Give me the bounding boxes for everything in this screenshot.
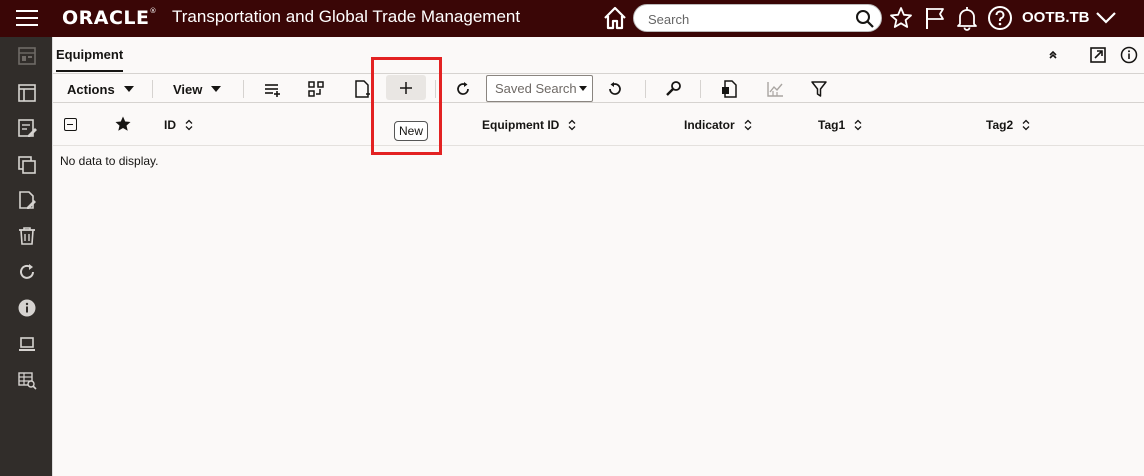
plus-icon (400, 81, 412, 94)
document-icon[interactable] (351, 78, 373, 100)
filter-icon[interactable] (808, 78, 830, 100)
divider (645, 80, 646, 98)
edit-document-icon[interactable] (16, 117, 38, 139)
column-header-indicator[interactable]: Indicator (684, 118, 753, 132)
copy-icon[interactable] (16, 154, 38, 176)
table-search-icon[interactable] (16, 369, 38, 391)
select-all-checkbox[interactable] (64, 118, 77, 131)
column-label: Equipment ID (482, 118, 560, 132)
saved-search-label: Saved Search (495, 81, 577, 96)
app-header: ORACLE® Transportation and Global Trade … (0, 0, 1144, 37)
left-navigation-rail (0, 37, 52, 476)
home-icon[interactable] (601, 5, 629, 31)
info-circle-icon[interactable] (1119, 45, 1139, 65)
empty-table-message: No data to display. (60, 154, 159, 168)
view-menu-button[interactable]: View (173, 78, 222, 100)
help-icon[interactable] (987, 5, 1013, 31)
new-button[interactable] (386, 75, 426, 100)
menu-icon[interactable] (16, 10, 38, 26)
search-icon[interactable] (855, 9, 875, 29)
refresh-icon[interactable] (452, 78, 474, 100)
search-input[interactable] (648, 10, 848, 28)
flag-icon[interactable] (922, 5, 948, 31)
column-header-equipment-id[interactable]: Equipment ID (482, 118, 577, 132)
sort-icon (185, 119, 193, 131)
column-label: ID (164, 118, 176, 132)
view-label: View (173, 81, 203, 97)
column-label: Tag2 (986, 118, 1014, 132)
column-label: Tag1 (818, 118, 846, 132)
table-toolbar: Actions View Saved Search (53, 75, 1144, 103)
notifications-bell-icon[interactable] (954, 5, 980, 31)
sort-icon (568, 119, 576, 131)
oracle-logo: ORACLE® (62, 7, 158, 29)
column-header-id[interactable]: ID (164, 118, 194, 132)
user-menu-name[interactable]: OOTB.TB (1022, 9, 1090, 26)
logo-text: ORACLE (62, 7, 150, 29)
global-search[interactable] (633, 4, 882, 32)
favorites-star-icon[interactable] (888, 5, 914, 31)
collapse-up-icon[interactable] (1043, 45, 1063, 65)
table-header: ID Equipment ID Indicator Tag1 Tag2 (53, 104, 1144, 146)
edit-file-icon[interactable] (16, 189, 38, 211)
chevron-down-icon[interactable] (1094, 8, 1118, 28)
open-in-new-window-icon[interactable] (1088, 45, 1108, 65)
export-document-icon[interactable] (718, 78, 740, 100)
caret-down-icon (123, 86, 134, 92)
flow-diagram-icon[interactable] (305, 78, 327, 100)
trash-icon[interactable] (16, 225, 38, 247)
reset-icon[interactable] (604, 78, 626, 100)
wrench-icon[interactable] (662, 78, 684, 100)
column-header-tag1[interactable]: Tag1 (818, 118, 863, 132)
sort-icon (1022, 119, 1030, 131)
divider (243, 80, 244, 98)
saved-search-dropdown[interactable]: Saved Search (486, 75, 593, 102)
caret-down-icon (211, 86, 222, 92)
chart-icon[interactable] (764, 78, 786, 100)
tab-equipment[interactable]: Equipment (56, 47, 124, 72)
info-icon[interactable] (16, 297, 38, 319)
new-button-tooltip: New (394, 121, 429, 141)
laptop-icon[interactable] (16, 333, 38, 355)
add-column-icon[interactable] (261, 78, 283, 100)
refresh-icon[interactable] (16, 261, 38, 283)
divider (700, 80, 701, 98)
dashboard-icon[interactable] (16, 45, 38, 67)
layout-panel-icon[interactable] (16, 82, 38, 104)
tab-bar: Equipment (53, 37, 1144, 74)
actions-menu-button[interactable]: Actions (67, 78, 134, 100)
app-title: Transportation and Global Trade Manageme… (172, 7, 521, 26)
sort-icon (854, 119, 862, 131)
main-content: Equipment Actions View Saved Search ID E… (52, 37, 1144, 476)
actions-label: Actions (67, 81, 115, 97)
divider (152, 80, 153, 98)
favorite-star-icon[interactable] (114, 115, 132, 133)
column-header-tag2[interactable]: Tag2 (986, 118, 1031, 132)
column-label: Indicator (684, 118, 735, 132)
caret-down-icon (578, 86, 587, 91)
divider (435, 80, 436, 98)
sort-icon (744, 119, 752, 131)
